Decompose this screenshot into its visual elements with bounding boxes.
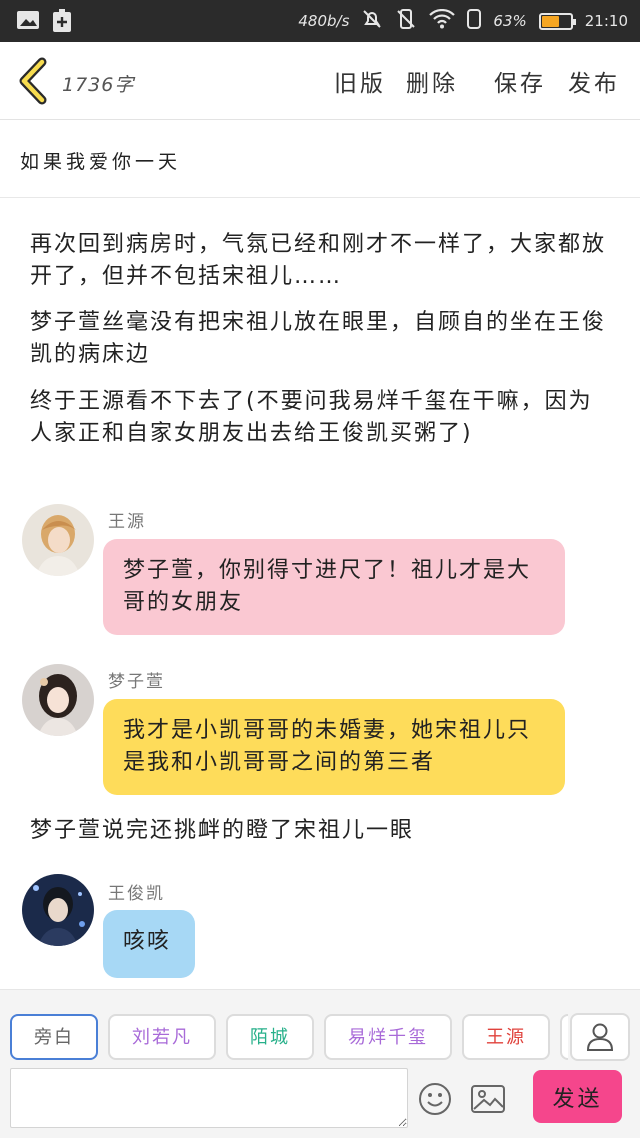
- net-speed: 480b/s: [298, 12, 350, 30]
- avatar: [22, 664, 94, 736]
- character-chip[interactable]: 刘若凡: [108, 1014, 216, 1060]
- send-button[interactable]: 发送: [533, 1070, 622, 1123]
- phone-icon: [467, 9, 482, 33]
- character-chip[interactable]: 王俊凯: [560, 1014, 568, 1060]
- old-version-button[interactable]: 旧版: [334, 64, 386, 98]
- character-chip[interactable]: 易烊千玺: [324, 1014, 452, 1060]
- battery-icon: [538, 12, 576, 30]
- dialog-text: 梦子萱，你别得寸进尺了！祖儿才是大哥的女朋友: [123, 558, 532, 615]
- save-button[interactable]: 保存: [494, 64, 546, 98]
- speaker-name: 王源: [108, 512, 146, 532]
- sim-add-icon: [52, 9, 72, 37]
- image-icon: [471, 1085, 505, 1113]
- add-character-button[interactable]: [570, 1013, 630, 1061]
- dialog-bubble[interactable]: 我才是小凯哥哥的未婚妻，她宋祖儿只是我和小凯哥哥之间的第三者: [103, 699, 565, 795]
- wifi-icon: [429, 8, 456, 33]
- paragraph: 梦子萱丝毫没有把宋祖儿放在眼里，自顾自的坐在王俊凯的病床边: [30, 310, 607, 367]
- clock: 21:10: [584, 12, 628, 30]
- publish-button[interactable]: 发布: [568, 64, 620, 98]
- vibrate-icon: [395, 8, 417, 34]
- smiley-icon: [419, 1083, 451, 1115]
- story-content[interactable]: 再次回到病房时，气氛已经和刚才不一样了，大家都放开了，但并不包括宋祖儿…… 梦子…: [0, 199, 640, 989]
- dialog-bubble[interactable]: 梦子萱，你别得寸进尺了！祖儿才是大哥的女朋友: [103, 539, 565, 635]
- speaker-name: 梦子萱: [108, 672, 165, 692]
- title-field[interactable]: 如果我爱你一天: [0, 121, 640, 198]
- battery-percent: 63%: [493, 12, 527, 30]
- paragraph: 终于王源看不下去了(不要问我易烊千玺在干嘛，因为人家正和自家女朋友出去给王俊凯买…: [30, 389, 593, 446]
- paragraph: 再次回到病房时，气氛已经和刚才不一样了，大家都放开了，但并不包括宋祖儿……: [30, 232, 607, 289]
- back-button[interactable]: [14, 56, 54, 106]
- composer-panel: 旁白刘若凡陌城易烊千玺王源 王俊凯 发送: [0, 989, 640, 1138]
- delete-button[interactable]: 删除: [406, 64, 458, 98]
- character-chip[interactable]: 王源: [462, 1014, 550, 1060]
- editor-header: 1736字 旧版 删除 保存 发布: [0, 42, 640, 120]
- character-selector[interactable]: 旁白刘若凡陌城易烊千玺王源 王俊凯: [10, 1014, 568, 1062]
- narration: 梦子萱说完还挑衅的瞪了宋祖儿一眼: [30, 818, 415, 843]
- character-chip[interactable]: 陌城: [226, 1014, 314, 1060]
- image-button[interactable]: [470, 1082, 506, 1116]
- speaker-name: 王俊凯: [108, 884, 165, 904]
- status-bar: 480b/s 63% 21:10: [0, 0, 640, 42]
- person-icon: [586, 1023, 614, 1051]
- message-input[interactable]: [10, 1068, 408, 1128]
- image-icon: [16, 9, 40, 37]
- mute-icon: [361, 8, 383, 34]
- dialog-text: 咳咳: [123, 929, 172, 954]
- article-title: 如果我爱你一天: [20, 151, 182, 173]
- dialog-bubble[interactable]: 咳咳: [103, 910, 195, 978]
- emoji-button[interactable]: [418, 1082, 452, 1116]
- dialog-text: 我才是小凯哥哥的未婚妻，她宋祖儿只是我和小凯哥哥之间的第三者: [123, 718, 532, 775]
- avatar: [22, 504, 94, 576]
- chevron-left-icon: [19, 57, 47, 105]
- word-count: 1736字: [62, 74, 135, 96]
- avatar: [22, 874, 94, 946]
- character-chip[interactable]: 旁白: [10, 1014, 98, 1060]
